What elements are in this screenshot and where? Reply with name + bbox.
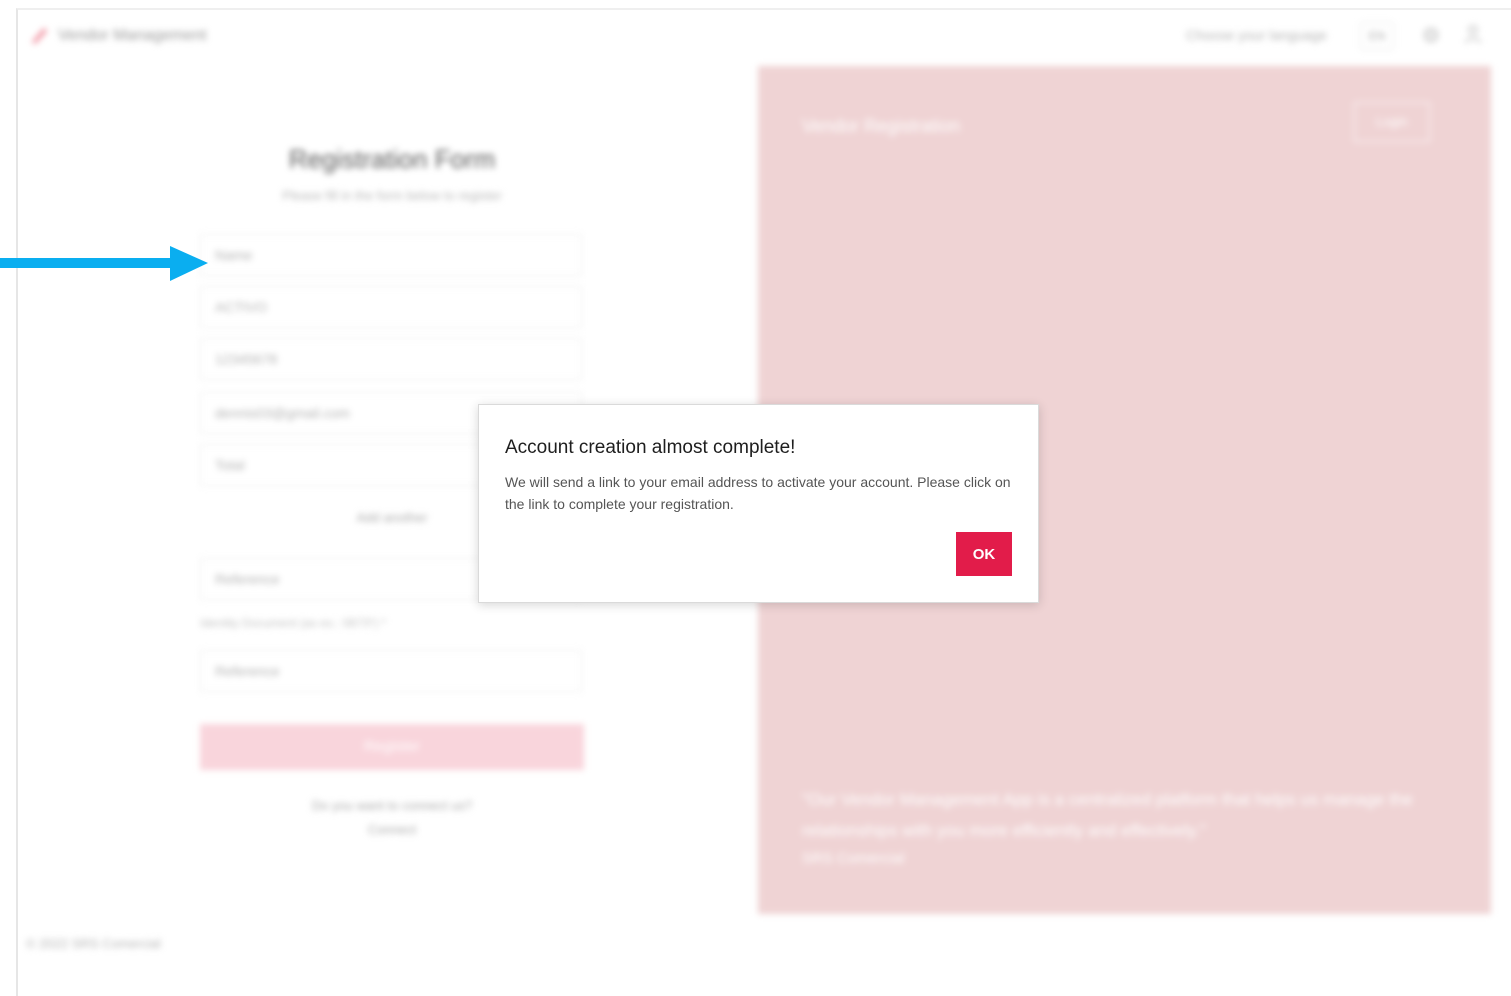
login-button[interactable]: Login [1354,102,1430,142]
confirmation-dialog: Account creation almost complete! We wil… [478,404,1039,603]
ok-button[interactable]: OK [956,532,1012,576]
name-field[interactable]: Name [200,234,582,276]
dialog-message: We will send a link to your email addres… [505,474,1011,512]
app-header: Vendor Management Choose your language E… [18,10,1511,64]
promo-title: Vendor Registration [802,116,961,136]
signin-prompt: Do you want to connect us? [311,798,473,813]
promo-quote: "Our Vendor Management App is a centrali… [802,790,1413,840]
form-title: Registration Form [288,144,496,174]
reference-field-2[interactable]: Reference [200,650,582,692]
user-icon[interactable] [1464,24,1482,44]
footer-copyright: © 2022 SRS Comercial [26,936,161,951]
identity-hint: Identity Document (as ex.: 0873*) * [200,616,387,630]
logo-icon [32,28,47,44]
connect-link[interactable]: Connect [200,822,584,837]
tax-id-field[interactable]: 12345678 [200,338,582,380]
language-select[interactable]: EN [1360,22,1394,50]
gear-icon[interactable] [1422,26,1440,44]
company-field[interactable]: ACTIVO [200,286,582,328]
annotation-arrow-icon [0,246,208,281]
language-label: Choose your language [1186,27,1327,43]
register-button[interactable]: Register [200,724,584,770]
dialog-title: Account creation almost complete! [505,437,796,458]
form-subtitle: Please fill in the form below to registe… [282,188,502,203]
promo-author: SRS Comercial [802,850,905,867]
app-title: Vendor Management [58,27,207,44]
